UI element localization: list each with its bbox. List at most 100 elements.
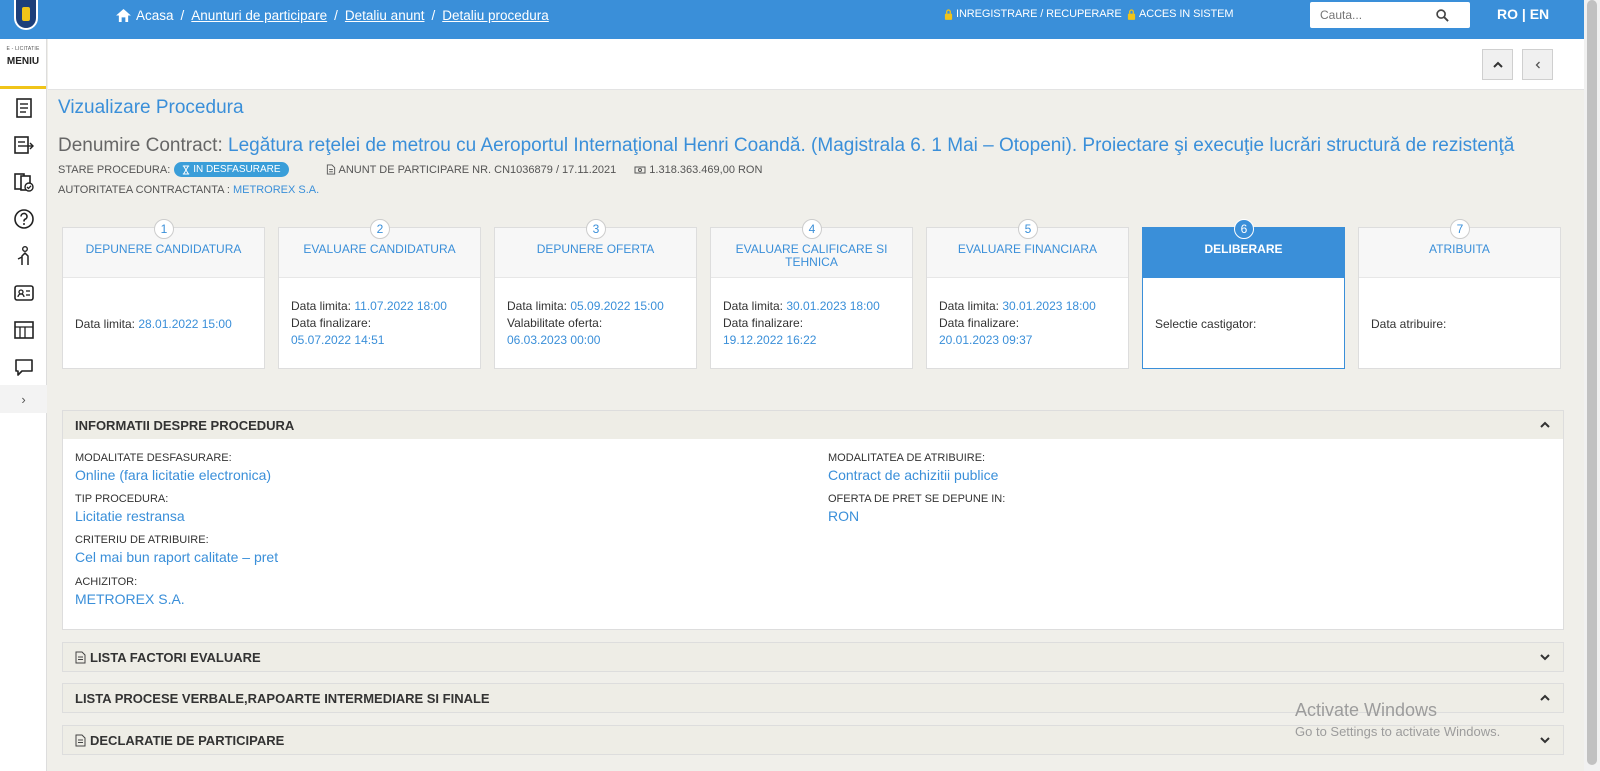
contract-label: Denumire Contract: bbox=[58, 135, 223, 156]
sidebar-header[interactable]: E - LICITATIE MENIU bbox=[0, 39, 46, 89]
section-title: DECLARATIE DE PARTICIPARE bbox=[90, 732, 285, 748]
site-logo-icon[interactable] bbox=[14, 0, 38, 30]
step-number: 6 bbox=[1234, 219, 1254, 239]
field-label: TIP PROCEDURA: bbox=[75, 493, 169, 505]
chevron-up-icon[interactable] bbox=[1539, 419, 1551, 431]
field-value: Licitatie restransa bbox=[75, 508, 185, 524]
back-button[interactable] bbox=[1522, 49, 1553, 80]
step-label: Data limita: bbox=[723, 299, 787, 313]
page-scrollbar[interactable] bbox=[1584, 0, 1600, 771]
procedure-meta: STARE PROCEDURA: IN DESFASURARE ANUNT DE… bbox=[58, 162, 762, 177]
breadcrumb-item-home[interactable]: Acasa bbox=[136, 8, 174, 23]
sidebar-item-help[interactable] bbox=[0, 200, 47, 237]
step-value: 11.07.2022 18:00 bbox=[354, 299, 447, 313]
step-body: Data limita: 11.07.2022 18:00 Data final… bbox=[279, 278, 480, 349]
chevron-down-icon[interactable] bbox=[1539, 734, 1551, 746]
breadcrumb-home[interactable]: Acasa bbox=[116, 8, 174, 23]
step-evaluare-financiara[interactable]: 5 EVALUARE FINANCIARA Data limita: 30.01… bbox=[926, 219, 1129, 369]
step-label: Data limita: bbox=[939, 299, 1003, 313]
chevron-down-icon[interactable] bbox=[1539, 651, 1551, 663]
step-body: Data limita: 30.01.2023 18:00 Data final… bbox=[711, 278, 912, 349]
step-body: Data limita: 05.09.2022 15:00 Valabilita… bbox=[495, 278, 696, 349]
step-depunere-candidatura[interactable]: 1 DEPUNERE CANDIDATURA Data limita: 28.0… bbox=[62, 219, 265, 369]
sidebar-item-profile[interactable] bbox=[0, 274, 47, 311]
section-header[interactable]: LISTA FACTORI EVALUARE bbox=[63, 643, 1563, 671]
step-body: Data limita: 30.01.2023 18:00 Data final… bbox=[927, 278, 1128, 349]
section-factori-evaluare[interactable]: LISTA FACTORI EVALUARE bbox=[62, 642, 1564, 672]
step-value: 20.01.2023 09:37 bbox=[939, 333, 1033, 347]
procedure-info-header[interactable]: INFORMATII DESPRE PROCEDURA bbox=[63, 411, 1563, 439]
authority-value[interactable]: METROREX S.A. bbox=[233, 184, 319, 196]
scrollbar-thumb[interactable] bbox=[1587, 0, 1597, 765]
field-value[interactable]: METROREX S.A. bbox=[75, 591, 185, 607]
field-modalitate-desfasurare: MODALITATE DESFASURARE: Online (fara lic… bbox=[75, 452, 271, 483]
breadcrumb-separator: / bbox=[334, 8, 338, 23]
field-label: OFERTA DE PRET SE DEPUNE IN: bbox=[828, 493, 1006, 505]
login-label: ACCES IN SISTEM bbox=[1139, 8, 1234, 20]
sidebar-item-procedures[interactable] bbox=[0, 89, 47, 126]
sidebar-expand-button[interactable]: › bbox=[0, 385, 47, 413]
search-icon[interactable] bbox=[1436, 8, 1449, 22]
user-handshake-icon bbox=[17, 245, 29, 265]
sidebar-brand: E - LICITATIE bbox=[6, 46, 40, 52]
step-body: Data atribuire: bbox=[1359, 278, 1560, 333]
chevron-right-icon: › bbox=[21, 391, 26, 407]
notice-info: ANUNT DE PARTICIPARE NR. CN1036879 / 17.… bbox=[326, 163, 617, 176]
register-link[interactable]: INREGISTRARE / RECUPERARE bbox=[944, 8, 1122, 20]
step-number: 4 bbox=[802, 219, 822, 239]
lock-icon bbox=[944, 8, 953, 20]
procedures-icon bbox=[15, 97, 32, 118]
sidebar-item-export[interactable] bbox=[0, 126, 47, 163]
sidebar-item-messages[interactable] bbox=[0, 348, 47, 385]
breadcrumb-item-announcements[interactable]: Anunturi de participare bbox=[191, 8, 327, 23]
sidebar-item-documents[interactable] bbox=[0, 163, 47, 200]
collapse-up-button[interactable] bbox=[1482, 49, 1513, 80]
contract-name-line: Denumire Contract: Legătura reţelei de m… bbox=[58, 135, 1578, 157]
search-input[interactable] bbox=[1310, 3, 1436, 27]
step-number: 2 bbox=[370, 219, 390, 239]
breadcrumb-item-procedure-detail[interactable]: Detaliu procedura bbox=[442, 8, 549, 23]
field-value: RON bbox=[828, 508, 860, 524]
language-switcher[interactable]: RO | EN bbox=[1497, 6, 1549, 22]
step-label: Data limita: bbox=[291, 299, 355, 313]
sidebar-menu-label: MENIU bbox=[6, 56, 40, 67]
field-label: MODALITATE DESFASURARE: bbox=[75, 452, 232, 464]
field-label: MODALITATEA DE ATRIBUIRE: bbox=[828, 452, 986, 464]
search-box bbox=[1310, 2, 1470, 28]
estimated-value-text: 1.318.363.469,00 RON bbox=[649, 163, 763, 176]
chevron-up-icon[interactable] bbox=[1539, 692, 1551, 704]
field-label: ACHIZITOR: bbox=[75, 576, 138, 588]
step-deliberare[interactable]: 6 DELIBERARE Selectie castigator: bbox=[1142, 219, 1345, 369]
status-badge: IN DESFASURARE bbox=[174, 162, 289, 177]
step-label: Data finalizare: bbox=[939, 316, 1020, 330]
sidebar-item-users[interactable] bbox=[0, 237, 47, 274]
step-value: 05.07.2022 14:51 bbox=[291, 333, 385, 347]
field-criteriu-atribuire: CRITERIU DE ATRIBUIRE: Cel mai bun rapor… bbox=[75, 534, 278, 565]
step-label: Data limita: bbox=[75, 317, 139, 331]
step-evaluare-calificare[interactable]: 4 EVALUARE CALIFICARE SI TEHNICA Data li… bbox=[710, 219, 913, 369]
breadcrumb-item-announcement-detail[interactable]: Detaliu anunt bbox=[345, 8, 425, 23]
register-label: INREGISTRARE / RECUPERARE bbox=[956, 8, 1122, 20]
watermark-line-1: Activate Windows bbox=[1295, 700, 1438, 720]
step-evaluare-candidatura[interactable]: 2 EVALUARE CANDIDATURA Data limita: 11.0… bbox=[278, 219, 481, 369]
section-title: LISTA FACTORI EVALUARE bbox=[90, 649, 261, 665]
step-atribuita[interactable]: 7 ATRIBUITA Data atribuire: bbox=[1358, 219, 1561, 369]
contracting-authority: AUTORITATEA CONTRACTANTA : METROREX S.A. bbox=[58, 184, 319, 196]
document-icon bbox=[326, 164, 335, 175]
field-value: Online (fara licitatie electronica) bbox=[75, 467, 272, 483]
field-moneda-oferta: OFERTA DE PRET SE DEPUNE IN: RON bbox=[828, 493, 1005, 524]
money-icon bbox=[634, 166, 646, 173]
sidebar-item-catalog[interactable] bbox=[0, 311, 47, 348]
procedure-info-panel: INFORMATII DESPRE PROCEDURA MODALITATE D… bbox=[62, 410, 1564, 630]
field-tip-procedura: TIP PROCEDURA: Licitatie restransa bbox=[75, 493, 185, 524]
notice-number: ANUNT DE PARTICIPARE NR. CN1036879 / 17.… bbox=[338, 163, 617, 176]
page-title: Vizualizare Procedura bbox=[58, 97, 244, 118]
step-body: Selectie castigator: bbox=[1143, 278, 1344, 333]
section-title: LISTA PROCESE VERBALE,RAPOARTE INTERMEDI… bbox=[75, 690, 490, 706]
contract-name: Legătura reţelei de metrou cu Aeroportul… bbox=[228, 135, 1515, 156]
step-depunere-oferta[interactable]: 3 DEPUNERE OFERTA Data limita: 05.09.202… bbox=[494, 219, 697, 369]
login-link[interactable]: ACCES IN SISTEM bbox=[1127, 8, 1234, 20]
breadcrumb-separator: / bbox=[431, 8, 436, 23]
panel-title: INFORMATII DESPRE PROCEDURA bbox=[75, 417, 295, 433]
windows-activation-watermark: Activate Windows Go to Settings to activ… bbox=[1295, 700, 1500, 739]
